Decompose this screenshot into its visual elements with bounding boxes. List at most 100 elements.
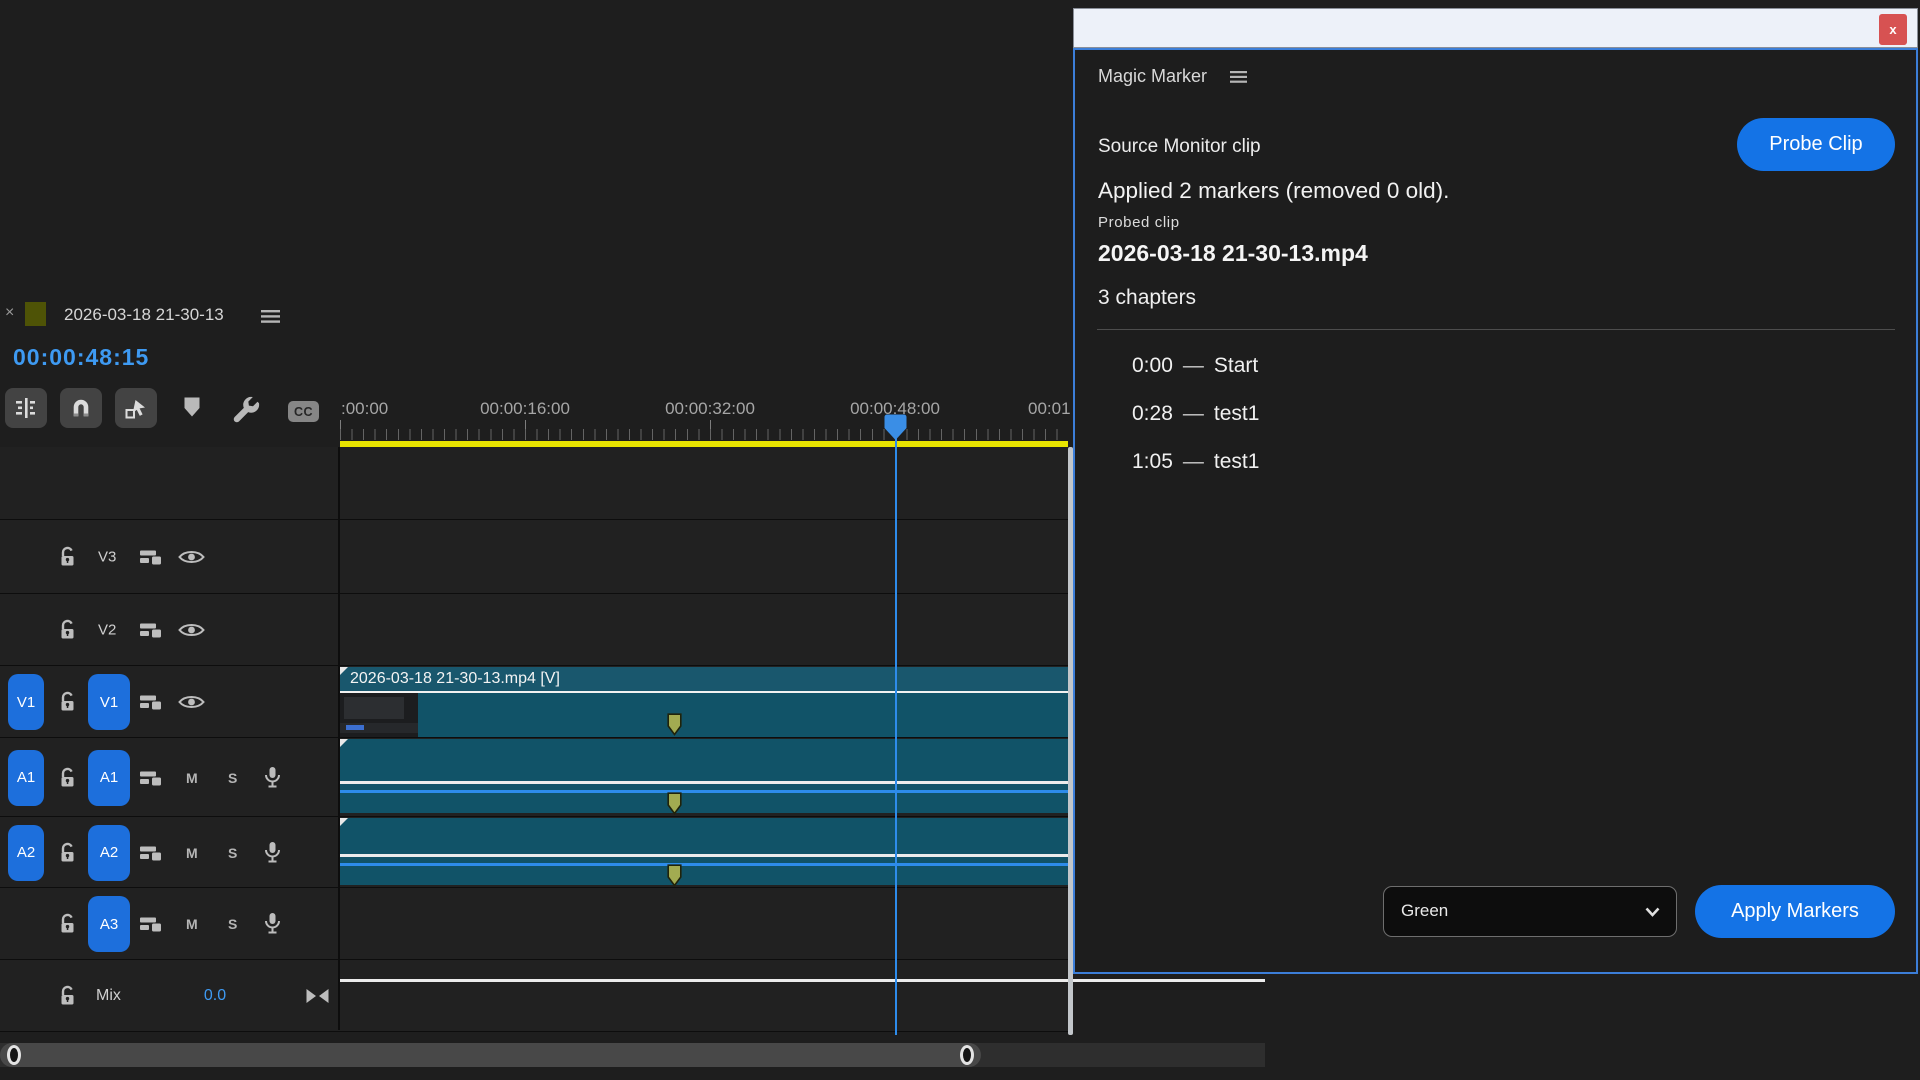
timeline-settings-button[interactable]	[230, 394, 262, 426]
source-patch-a2[interactable]: A2	[8, 825, 44, 881]
panel-title: Magic Marker	[1098, 66, 1207, 87]
applied-markers-status: Applied 2 markers (removed 0 old).	[1098, 178, 1449, 204]
panel-divider	[1097, 329, 1895, 330]
magnet-icon	[70, 398, 92, 419]
mute-button[interactable]: M	[186, 916, 198, 932]
chapter-list-item: 0:00—Start	[1132, 354, 1258, 378]
sync-lock-icon[interactable]	[140, 622, 164, 638]
chapter-time: 1:05	[1132, 450, 1173, 473]
audio-clip-a2[interactable]	[340, 818, 1068, 885]
apply-markers-button[interactable]: Apply Markers	[1695, 885, 1895, 938]
voiceover-mic-icon[interactable]	[264, 841, 281, 864]
solo-button[interactable]: S	[228, 916, 237, 932]
chapter-separator: —	[1183, 354, 1204, 377]
sync-lock-icon[interactable]	[140, 549, 164, 565]
sync-lock-icon[interactable]	[140, 916, 164, 932]
solo-button[interactable]: S	[228, 845, 237, 861]
audio-clip-a1[interactable]	[340, 739, 1068, 813]
marker-icon	[183, 396, 201, 418]
track-target-v1[interactable]: V1	[88, 674, 130, 730]
sequence-tab-menu-icon[interactable]	[261, 310, 280, 323]
ruler-minor-ticks[interactable]	[340, 429, 1068, 440]
playhead-line[interactable]	[895, 415, 897, 1035]
premiere-workspace: × 2026-03-18 21-30-13 00:00:48:15 CC :00…	[0, 0, 1920, 1080]
add-marker-button[interactable]	[183, 396, 201, 418]
solo-button[interactable]: S	[228, 770, 237, 786]
track-target-a3[interactable]: A3	[88, 896, 130, 952]
voiceover-mic-icon[interactable]	[264, 913, 281, 936]
track-lock-icon[interactable]	[58, 913, 77, 935]
track-row-mix: Mix 0.0	[0, 959, 1073, 1032]
mute-button[interactable]: M	[186, 845, 198, 861]
captions-button[interactable]: CC	[288, 401, 319, 422]
scrollbar-zoom-handle-left[interactable]	[7, 1045, 21, 1065]
voiceover-mic-icon[interactable]	[264, 766, 281, 789]
track-lock-icon[interactable]	[58, 842, 77, 864]
clip-marker-icon[interactable]	[667, 792, 682, 815]
volume-rubber-band[interactable]	[340, 790, 1068, 793]
clip-corner-fold	[340, 667, 348, 675]
chapter-count: 3 chapters	[1098, 286, 1196, 310]
keyframe-nav-icon[interactable]	[306, 988, 329, 1003]
sequence-tab-close-icon[interactable]: ×	[5, 304, 14, 322]
nest-sequences-button[interactable]	[5, 388, 47, 428]
chapter-name: Start	[1214, 354, 1258, 377]
chapter-list-item: 0:28—test1	[1132, 402, 1259, 426]
probe-clip-button[interactable]: Probe Clip	[1737, 118, 1895, 171]
waveform-divider-line	[340, 781, 1068, 784]
timeline-upper-spacer	[0, 447, 1073, 519]
video-clip-v1[interactable]: 2026-03-18 21-30-13.mp4 [V]	[340, 667, 1068, 737]
clip-marker-icon[interactable]	[667, 713, 682, 736]
scrollbar-zoom-handle-right[interactable]	[960, 1045, 974, 1065]
chapter-time: 0:28	[1132, 402, 1173, 425]
source-patch-v1[interactable]: V1	[8, 674, 44, 730]
marker-color-select[interactable]: Green	[1383, 886, 1677, 937]
source-monitor-clip-label: Source Monitor clip	[1098, 136, 1261, 158]
track-lock-icon[interactable]	[58, 546, 77, 568]
track-target-a2[interactable]: A2	[88, 825, 130, 881]
mix-gain-value[interactable]: 0.0	[190, 987, 240, 1005]
clip-thumbnail	[340, 693, 418, 737]
sequence-tab-label[interactable]: 2026-03-18 21-30-13	[64, 305, 224, 325]
ruler-label-4: 00:01	[1028, 399, 1073, 419]
window-close-button[interactable]: x	[1879, 14, 1907, 45]
track-target-a1[interactable]: A1	[88, 750, 130, 806]
chapter-name: test1	[1214, 450, 1260, 473]
volume-rubber-band[interactable]	[340, 863, 1068, 866]
snap-button[interactable]	[60, 388, 102, 428]
linked-selection-icon	[125, 398, 147, 419]
mute-button[interactable]: M	[186, 770, 198, 786]
playhead-handle[interactable]	[884, 414, 907, 441]
playhead-timecode[interactable]: 00:00:48:15	[13, 344, 149, 371]
track-lock-icon[interactable]	[58, 985, 77, 1007]
track-output-eye-icon[interactable]	[178, 694, 205, 711]
sync-lock-icon[interactable]	[140, 845, 164, 861]
sync-lock-icon[interactable]	[140, 694, 164, 710]
wrench-icon	[230, 394, 262, 426]
marker-color-value: Green	[1401, 901, 1448, 921]
probed-file-name: 2026-03-18 21-30-13.mp4	[1098, 240, 1368, 267]
clip-marker-icon[interactable]	[667, 864, 682, 887]
track-target-v3[interactable]: V3	[98, 549, 116, 566]
sequence-color-swatch	[25, 302, 46, 326]
clip-name-label: 2026-03-18 21-30-13.mp4 [V]	[350, 670, 560, 688]
chapter-separator: —	[1183, 402, 1204, 425]
track-output-eye-icon[interactable]	[178, 549, 205, 566]
track-output-eye-icon[interactable]	[178, 622, 205, 639]
linked-selection-button[interactable]	[115, 388, 157, 428]
mix-track-label: Mix	[96, 987, 121, 1005]
probed-clip-label: Probed clip	[1098, 214, 1180, 231]
track-row-v3: V3	[0, 519, 1073, 594]
chevron-down-icon	[1645, 907, 1660, 917]
track-target-v2[interactable]: V2	[98, 622, 116, 639]
chapter-list-item: 1:05—test1	[1132, 450, 1259, 474]
panel-menu-icon[interactable]	[1230, 71, 1247, 83]
source-patch-a1[interactable]: A1	[8, 750, 44, 806]
track-lock-icon[interactable]	[58, 619, 77, 641]
timeline-horizontal-scrollbar-thumb[interactable]	[0, 1043, 981, 1067]
ruler-label-0: :00:00	[341, 399, 388, 419]
window-titlebar[interactable]: x	[1073, 8, 1918, 48]
sync-lock-icon[interactable]	[140, 770, 164, 786]
track-lock-icon[interactable]	[58, 691, 77, 713]
track-lock-icon[interactable]	[58, 767, 77, 789]
